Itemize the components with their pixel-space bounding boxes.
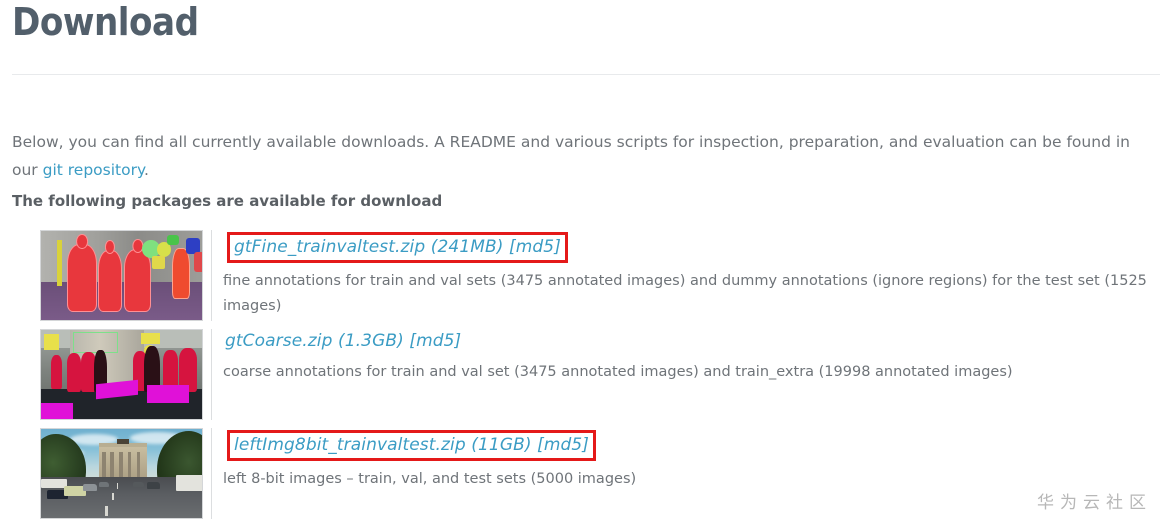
package-body: leftImg8bit_trainvaltest.zip (11GB) [md5… bbox=[211, 428, 1166, 519]
package-link-highlight-box: leftImg8bit_trainvaltest.zip (11GB) [md5… bbox=[227, 430, 597, 461]
section-heading: The following packages are available for… bbox=[12, 192, 443, 210]
package-row: leftImg8bit_trainvaltest.zip (11GB) [md5… bbox=[40, 428, 1166, 519]
package-row: gtFine_trainvaltest.zip (241MB) [md5] fi… bbox=[40, 230, 1166, 321]
fine-annotation-pedestrians-thumbnail[interactable] bbox=[40, 230, 203, 321]
thumbnail-person bbox=[50, 354, 62, 389]
package-download-link[interactable]: gtCoarse.zip (1.3GB) [md5] bbox=[223, 329, 463, 354]
thumbnail-car bbox=[82, 484, 98, 492]
package-row: gtCoarse.zip (1.3GB) [md5] coarse annota… bbox=[40, 329, 1166, 420]
package-list: gtFine_trainvaltest.zip (241MB) [md5] fi… bbox=[40, 230, 1166, 525]
thumbnail-vehicle bbox=[193, 252, 202, 272]
download-page: Download Below, you can find all current… bbox=[0, 0, 1166, 525]
thumbnail-coarse-region bbox=[147, 385, 190, 403]
thumbnail-bus bbox=[176, 475, 202, 492]
package-description: fine annotations for train and val sets … bbox=[223, 273, 1147, 314]
thumbnail-cyclist bbox=[173, 248, 190, 298]
thumbnail-bus bbox=[41, 478, 67, 488]
thumbnail-pedestrian bbox=[98, 250, 122, 312]
thumbnail-coarse-region bbox=[41, 402, 74, 419]
package-description: coarse annotations for train and val set… bbox=[223, 364, 1013, 380]
coarse-annotation-street-thumbnail[interactable] bbox=[40, 329, 203, 420]
thumbnail-quadriga bbox=[117, 438, 129, 445]
thumbnail-person bbox=[66, 353, 82, 393]
thumbnail-sign bbox=[140, 332, 161, 345]
thumbnail-region-box bbox=[73, 331, 119, 354]
thumbnail-vehicle bbox=[166, 234, 180, 246]
thumbnail-lane-marking bbox=[111, 493, 114, 501]
thumbnail-pedestrian bbox=[124, 249, 151, 312]
package-download-link[interactable]: leftImg8bit_trainvaltest.zip (11GB) [md5… bbox=[232, 433, 591, 458]
thumbnail-car bbox=[147, 482, 161, 489]
watermark: 华为云社区 bbox=[1037, 493, 1152, 513]
package-download-link[interactable]: gtFine_trainvaltest.zip (241MB) [md5] bbox=[232, 235, 563, 260]
intro-text-before-link: Below, you can find all currently availa… bbox=[12, 132, 1130, 179]
thumbnail-car bbox=[132, 481, 145, 487]
thumbnail-pole bbox=[57, 239, 62, 287]
page-title: Download bbox=[12, 0, 199, 44]
thumbnail-balloon bbox=[152, 255, 165, 270]
thumbnail-pedestrian bbox=[68, 245, 96, 312]
header-divider bbox=[12, 74, 1160, 75]
package-link-wrap: gtCoarse.zip (1.3GB) [md5] bbox=[223, 329, 463, 354]
intro-paragraph: Below, you can find all currently availa… bbox=[12, 128, 1147, 184]
git-repository-link[interactable]: git repository bbox=[43, 161, 144, 179]
thumbnail-sign bbox=[44, 334, 59, 351]
brandenburg-gate-street-thumbnail[interactable] bbox=[40, 428, 203, 519]
thumbnail-car bbox=[98, 482, 109, 487]
package-body: gtCoarse.zip (1.3GB) [md5] coarse annota… bbox=[211, 329, 1166, 420]
thumbnail-lane-marking bbox=[116, 483, 119, 489]
package-body: gtFine_trainvaltest.zip (241MB) [md5] fi… bbox=[211, 230, 1166, 321]
intro-text-after-link: . bbox=[143, 160, 149, 179]
package-link-highlight-box: gtFine_trainvaltest.zip (241MB) [md5] bbox=[227, 232, 568, 263]
package-description: left 8-bit images – train, val, and test… bbox=[223, 471, 637, 487]
thumbnail-lane-marking bbox=[105, 505, 108, 517]
